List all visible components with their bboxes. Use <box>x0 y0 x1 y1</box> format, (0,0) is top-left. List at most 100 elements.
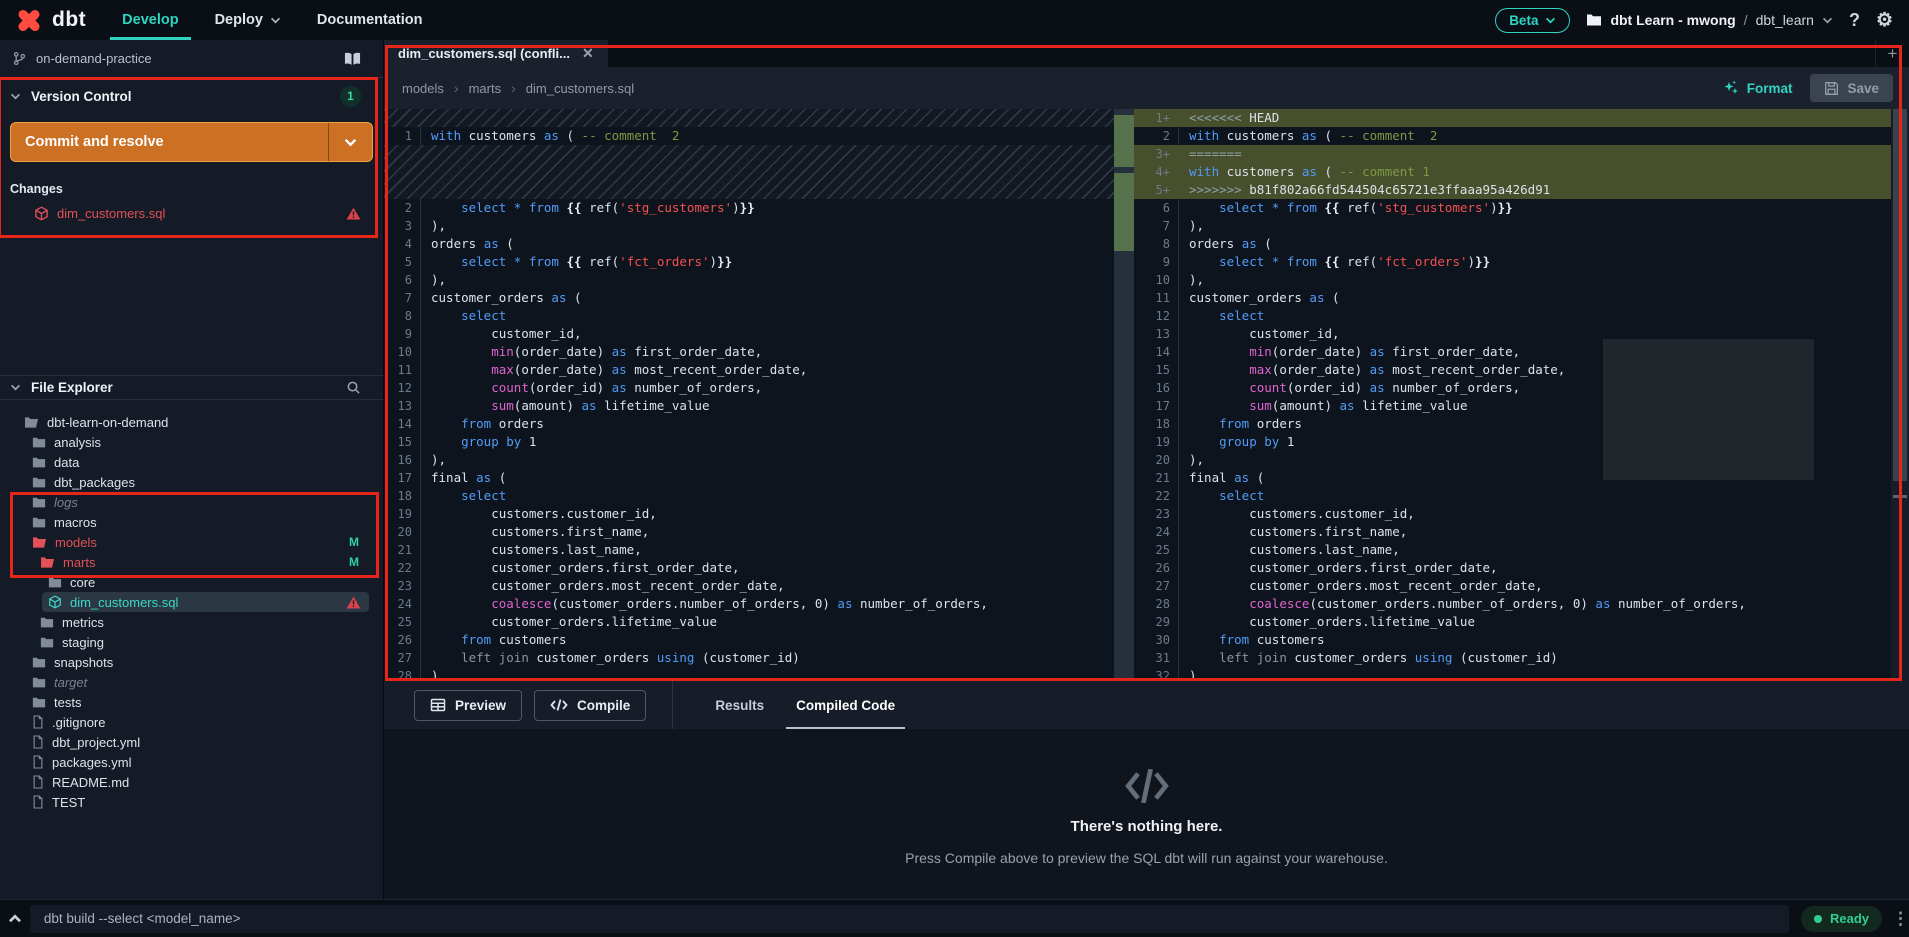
tree-item-packages-yml[interactable]: packages.yml <box>0 752 383 772</box>
folder-icon <box>40 616 54 629</box>
tree-item-target[interactable]: target <box>0 672 383 692</box>
tree-item-models[interactable]: models M <box>0 532 383 552</box>
kebab-menu-icon[interactable]: ⋮ <box>1892 909 1909 929</box>
tree-item-data[interactable]: data <box>0 452 383 472</box>
redaction-overlay <box>1603 339 1814 480</box>
line-number: 9 <box>1162 255 1170 269</box>
folder-icon <box>32 496 46 509</box>
file-icon <box>32 755 44 769</box>
branch-selector[interactable]: on-demand-practice <box>0 40 383 78</box>
line-number: 28 <box>1155 597 1170 611</box>
line-number: 13 <box>1155 327 1170 341</box>
line-number: 11 <box>1155 291 1170 305</box>
tree-item-snapshots[interactable]: snapshots <box>0 652 383 672</box>
commit-and-resolve-button[interactable]: Commit and resolve <box>10 122 373 162</box>
code-line: 28) <box>384 667 1114 681</box>
line-number: 16 <box>397 453 412 467</box>
command-input[interactable] <box>29 904 1789 933</box>
diff-change-gutter[interactable] <box>1114 109 1134 681</box>
chevron-down-icon <box>1546 17 1556 23</box>
editor-scrollbar[interactable] <box>1891 109 1909 681</box>
sparkles-icon <box>1724 80 1738 94</box>
tab-results[interactable]: Results <box>699 681 780 729</box>
file-explorer-section: File Explorer dbt-learn-on-demand analysi… <box>0 375 383 812</box>
code-line: 10), <box>1134 271 1891 289</box>
tree-item-metrics[interactable]: metrics <box>0 612 383 632</box>
tree-item-label: target <box>54 674 88 690</box>
line-number: 19 <box>1155 435 1170 449</box>
tree-item-dbt-project-yml[interactable]: dbt_project.yml <box>0 732 383 752</box>
close-tab-icon[interactable]: ✕ <box>582 45 594 62</box>
file-icon <box>32 715 44 729</box>
save-button[interactable]: Save <box>1810 74 1893 102</box>
line-number: 11 <box>397 363 412 377</box>
diff-editor[interactable]: 1 with customers as ( -- comment 2 2 selec… <box>384 109 1909 681</box>
line-number: 24 <box>397 597 412 611</box>
folder-icon <box>32 656 46 669</box>
folder-icon <box>32 676 46 689</box>
branch-name: on-demand-practice <box>36 51 152 66</box>
project-name: dbt Learn - mwong <box>1610 12 1736 28</box>
project-selector[interactable]: dbt Learn - mwong / dbt_learn <box>1586 12 1833 28</box>
tree-item-marts[interactable]: marts M <box>0 552 383 572</box>
file-explorer-header[interactable]: File Explorer <box>0 375 383 400</box>
line-number: 1 <box>404 129 412 143</box>
tree-item-tests[interactable]: tests <box>0 692 383 712</box>
tree-item-macros[interactable]: macros <box>0 512 383 532</box>
code-line: 3+ ======= <box>1134 145 1891 163</box>
line-number: 2 <box>404 201 412 215</box>
line-number: 15 <box>1155 363 1170 377</box>
breadcrumb-item[interactable]: marts <box>469 81 502 96</box>
tree-item-test[interactable]: TEST <box>0 792 383 812</box>
dbt-logo-icon[interactable] <box>14 5 44 35</box>
new-tab-button[interactable]: + <box>1875 40 1909 67</box>
tree-item-analysis[interactable]: analysis <box>0 432 383 452</box>
code-line: 19 customers.customer_id, <box>384 505 1114 523</box>
beta-dropdown[interactable]: Beta <box>1495 7 1571 33</box>
code-line: 23 customer_orders.most_recent_order_dat… <box>384 577 1114 595</box>
tree-item-label: dbt_packages <box>54 474 135 490</box>
docs-book-icon[interactable] <box>344 52 361 66</box>
commit-options-dropdown[interactable] <box>328 123 372 161</box>
tree-item-label: snapshots <box>54 654 114 670</box>
tree-item-dbt-learn-on-demand[interactable]: dbt-learn-on-demand <box>0 412 383 432</box>
tree-item-core[interactable]: core <box>0 572 383 592</box>
tree-item-logs[interactable]: logs <box>0 492 383 512</box>
help-icon[interactable]: ? <box>1849 11 1860 29</box>
tree-item-readme-md[interactable]: README.md <box>0 772 383 792</box>
nav-deploy[interactable]: Deploy <box>215 0 281 40</box>
tree-item-dim-customers-sql[interactable]: dim_customers.sql <box>42 592 369 612</box>
line-number: 25 <box>397 615 412 629</box>
breadcrumb-item[interactable]: models <box>402 81 444 96</box>
nav-documentation[interactable]: Documentation <box>317 0 423 40</box>
tree-item-staging[interactable]: staging <box>0 632 383 652</box>
breadcrumb: models › marts › dim_customers.sql <box>402 80 634 96</box>
line-number: 9 <box>404 327 412 341</box>
code-line: 8 orders as ( <box>1134 235 1891 253</box>
gear-icon[interactable]: ⚙ <box>1876 11 1893 30</box>
breadcrumb-item[interactable]: dim_customers.sql <box>526 81 634 96</box>
chevron-up-icon[interactable] <box>0 914 30 923</box>
compile-button[interactable]: Compile <box>534 689 647 721</box>
version-control-header[interactable]: Version Control 1 <box>0 78 383 114</box>
search-icon[interactable] <box>346 380 361 395</box>
breadcrumb-separator: › <box>511 80 516 96</box>
code-line: 20 customers.first_name, <box>384 523 1114 541</box>
code-line: 15 group by 1 <box>384 433 1114 451</box>
editor-actions: Format Save <box>1723 74 1893 102</box>
nav-develop[interactable]: Develop <box>110 0 192 40</box>
tree-item--gitignore[interactable]: .gitignore <box>0 712 383 732</box>
editor-tab-dim-customers[interactable]: dim_customers.sql (confli... ✕ <box>384 40 608 67</box>
code-line: 32) <box>1134 667 1891 681</box>
changed-file-row[interactable]: dim_customers.sql <box>0 202 383 224</box>
diff-left-pane[interactable]: 1 with customers as ( -- comment 2 2 selec… <box>384 109 1114 681</box>
tree-item-label: TEST <box>52 794 86 810</box>
tree-item-dbt-packages[interactable]: dbt_packages <box>0 472 383 492</box>
line-number: 2 <box>1162 129 1170 143</box>
format-button[interactable]: Format <box>1723 80 1792 96</box>
preview-button[interactable]: Preview <box>414 689 523 721</box>
changed-file-name: dim_customers.sql <box>57 205 166 221</box>
beta-label: Beta <box>1509 12 1539 28</box>
tab-compiled-code[interactable]: Compiled Code <box>780 681 911 729</box>
dbt-logo-text[interactable]: dbt <box>52 8 86 32</box>
